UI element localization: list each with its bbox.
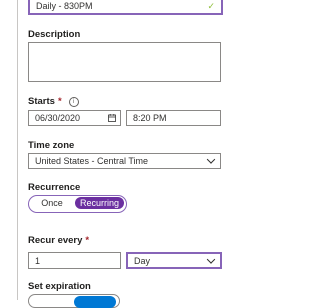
timezone-label: Time zone: [28, 140, 75, 151]
info-icon[interactable]: i: [68, 97, 79, 107]
schedule-name-value: Daily - 830PM: [36, 1, 93, 11]
description-textarea[interactable]: [28, 42, 221, 82]
recur-every-number-value: 1: [35, 255, 41, 266]
start-date-input[interactable]: 06/30/2020: [28, 110, 121, 126]
start-time-value: 8:20 PM: [133, 113, 167, 123]
required-asterisk: *: [85, 235, 90, 246]
expiration-toggle-active-segment: [74, 296, 116, 308]
recurrence-toggle[interactable]: Once Recurring: [28, 195, 127, 213]
starts-label: Starts * i: [28, 96, 79, 108]
recur-every-label: Recur every *: [28, 235, 89, 247]
recurrence-option-once[interactable]: Once: [32, 197, 72, 209]
start-date-value: 06/30/2020: [35, 113, 81, 123]
recurrence-label: Recurrence: [28, 182, 81, 193]
start-time-input[interactable]: 8:20 PM: [126, 110, 221, 126]
expiration-toggle[interactable]: [28, 294, 120, 308]
description-label: Description: [28, 29, 81, 40]
recur-every-unit-value: Day: [134, 255, 151, 266]
schedule-name-input[interactable]: Daily - 830PM ✓: [28, 0, 223, 15]
chevron-down-icon: [206, 155, 216, 164]
chevron-down-icon: [206, 254, 216, 264]
recur-every-unit-dropdown[interactable]: Day: [126, 252, 222, 269]
set-expiration-label: Set expiration: [28, 281, 91, 292]
recur-every-number-input[interactable]: 1: [28, 252, 121, 269]
recur-every-label-text: Recur every: [28, 235, 83, 246]
timezone-value: United States - Central Time: [35, 156, 149, 166]
recurrence-option-recurring[interactable]: Recurring: [75, 197, 124, 209]
checkmark-icon: ✓: [207, 1, 215, 11]
panel-left-border: [17, 0, 18, 300]
calendar-icon[interactable]: [108, 114, 116, 122]
required-asterisk: *: [57, 96, 62, 107]
timezone-dropdown[interactable]: United States - Central Time: [28, 153, 221, 169]
starts-label-text: Starts: [28, 96, 55, 107]
